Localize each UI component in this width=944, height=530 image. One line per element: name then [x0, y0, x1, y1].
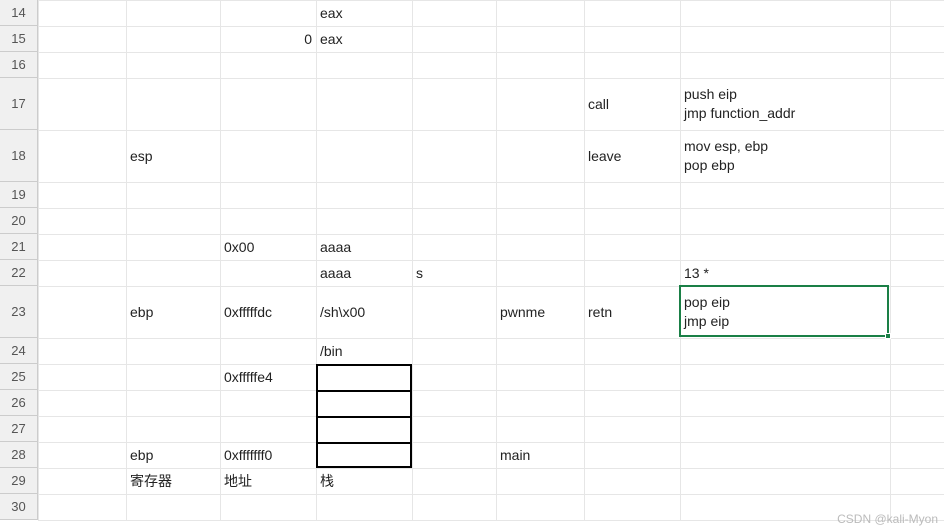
row-header[interactable]: 27: [0, 416, 38, 442]
row-header[interactable]: 16: [0, 52, 38, 78]
gridline-horizontal: [38, 208, 944, 209]
row-header[interactable]: 24: [0, 338, 38, 364]
cell-C28[interactable]: 0xfffffff0: [220, 442, 316, 468]
row-header[interactable]: 30: [0, 494, 38, 520]
cell-D22[interactable]: aaaa: [316, 260, 412, 286]
watermark-text: CSDN @kali-Myon: [837, 512, 938, 526]
gridline-horizontal: [38, 26, 944, 27]
cell-H23[interactable]: pop eip jmp eip: [680, 286, 890, 338]
row-header[interactable]: 14: [0, 0, 38, 26]
gridline-horizontal: [38, 494, 944, 495]
cell-C29[interactable]: 地址: [220, 468, 316, 494]
row-header[interactable]: 29: [0, 468, 38, 494]
gridline-horizontal: [38, 234, 944, 235]
row-header[interactable]: 20: [0, 208, 38, 234]
row-header[interactable]: 15: [0, 26, 38, 52]
cell-D14[interactable]: eax: [316, 0, 412, 26]
cell-B29[interactable]: 寄存器: [126, 468, 220, 494]
gridline-horizontal: [38, 182, 944, 183]
cell-H22[interactable]: 13 *: [680, 260, 890, 286]
row-header[interactable]: 23: [0, 286, 38, 338]
cell-F23[interactable]: pwnme: [496, 286, 584, 338]
cell-B23[interactable]: ebp: [126, 286, 220, 338]
gridline-vertical: [890, 0, 891, 520]
cell-G17[interactable]: call: [584, 78, 680, 130]
gridline-vertical: [38, 0, 39, 520]
cell-C15[interactable]: 0: [220, 26, 316, 52]
gridline-horizontal: [38, 364, 944, 365]
cell-D24[interactable]: /bin: [316, 338, 412, 364]
cell-B28[interactable]: ebp: [126, 442, 220, 468]
row-header[interactable]: 17: [0, 78, 38, 130]
row-header[interactable]: 19: [0, 182, 38, 208]
gridline-horizontal: [38, 520, 944, 521]
row-header[interactable]: 18: [0, 130, 38, 182]
cell-E22[interactable]: s: [412, 260, 496, 286]
cell-G18[interactable]: leave: [584, 130, 680, 182]
row-header[interactable]: 26: [0, 390, 38, 416]
cell-D21[interactable]: aaaa: [316, 234, 412, 260]
cell-B18[interactable]: esp: [126, 130, 220, 182]
cell-D29[interactable]: 栈: [316, 468, 412, 494]
cell-H17[interactable]: push eip jmp function_addr: [680, 78, 890, 130]
cell-H18[interactable]: mov esp, ebp pop ebp: [680, 130, 890, 182]
row-header[interactable]: 28: [0, 442, 38, 468]
spreadsheet-sheet[interactable]: 1415161718192021222324252627282930 eax0e…: [0, 0, 944, 530]
row-header[interactable]: 22: [0, 260, 38, 286]
cell-D15[interactable]: eax: [316, 26, 412, 52]
cell-F28[interactable]: main: [496, 442, 584, 468]
cell-C23[interactable]: 0xfffffdc: [220, 286, 316, 338]
cell-C21[interactable]: 0x00: [220, 234, 316, 260]
cell-C25[interactable]: 0xfffffe4: [220, 364, 316, 390]
row-header[interactable]: 21: [0, 234, 38, 260]
gridline-horizontal: [38, 416, 944, 417]
row-header[interactable]: 25: [0, 364, 38, 390]
gridline-horizontal: [38, 390, 944, 391]
cell-D23[interactable]: /sh\x00: [316, 286, 412, 338]
gridline-horizontal: [38, 338, 944, 339]
gridline-horizontal: [38, 52, 944, 53]
gridline-horizontal: [38, 0, 944, 1]
cell-G23[interactable]: retn: [584, 286, 680, 338]
